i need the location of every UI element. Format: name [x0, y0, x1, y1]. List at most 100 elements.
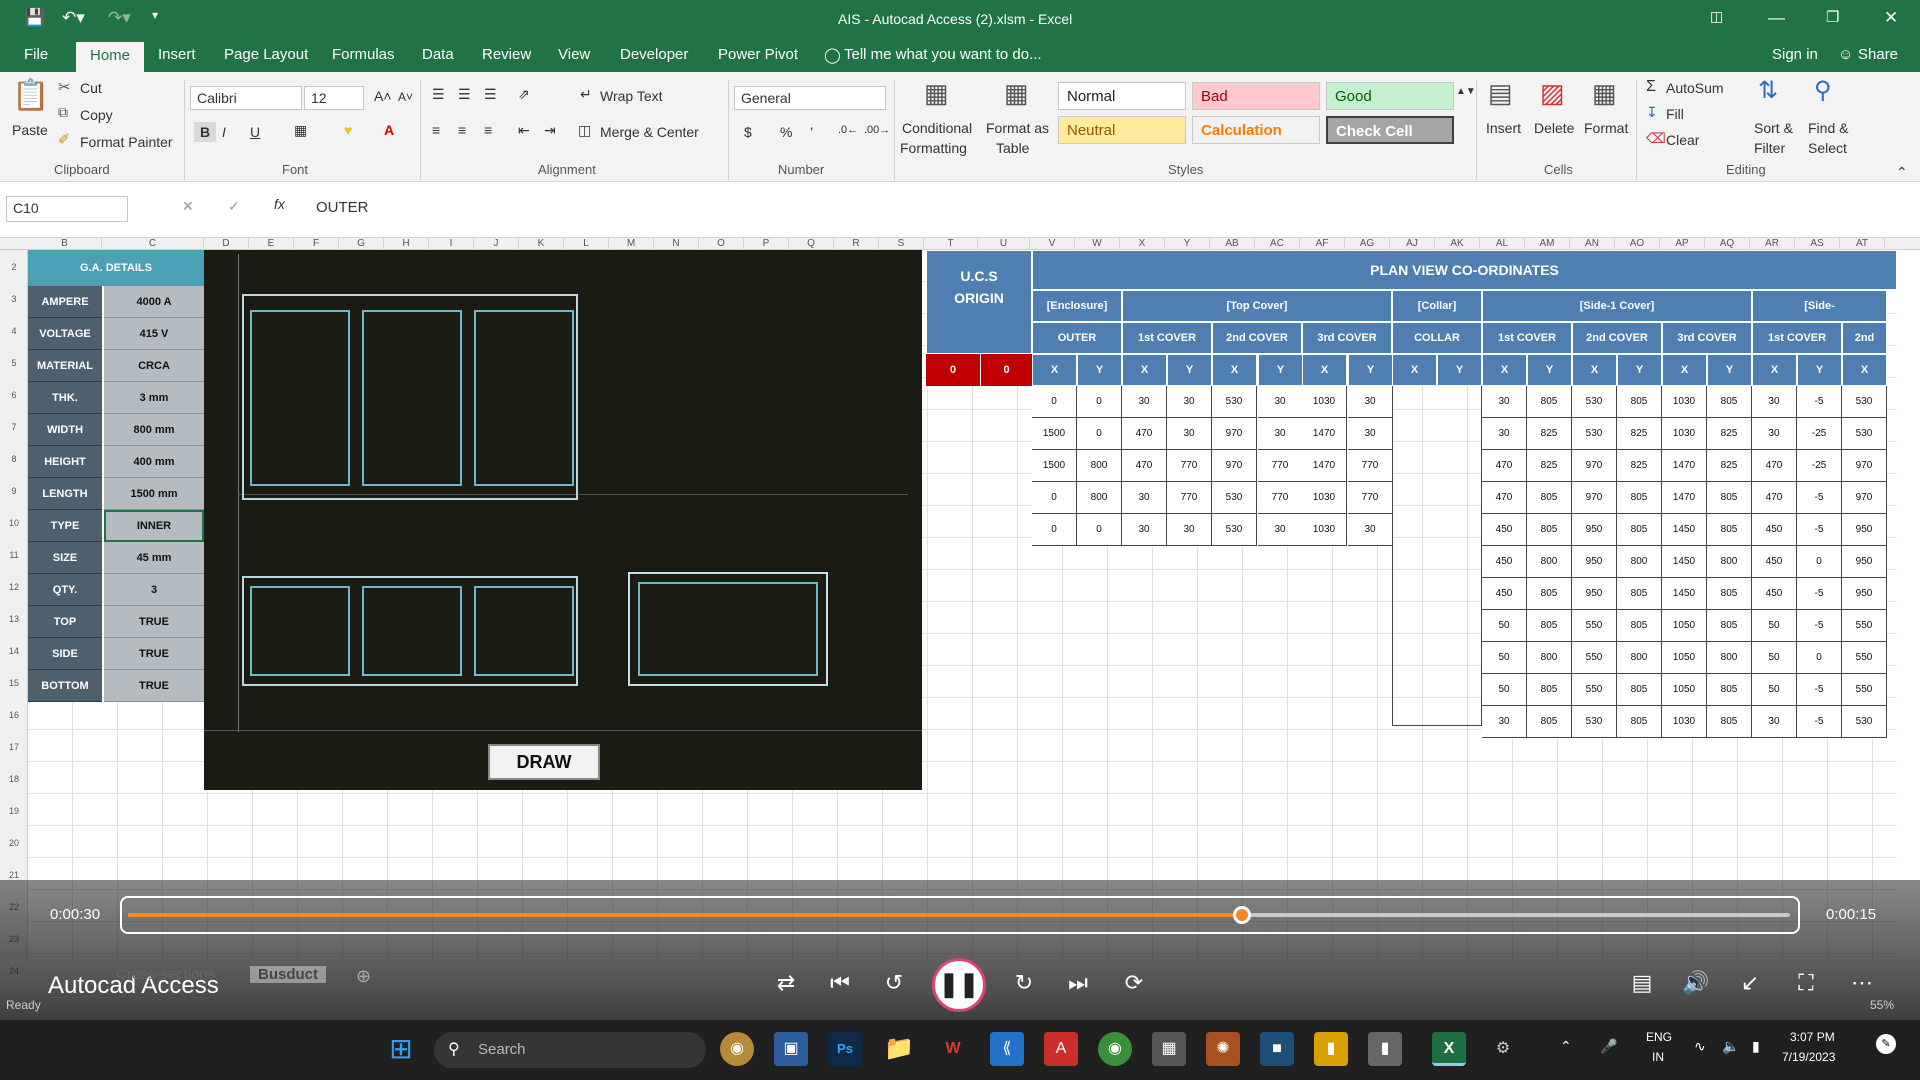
enclosure-coordinate-cell[interactable]: 0	[1077, 514, 1122, 546]
style-normal[interactable]: Normal	[1058, 82, 1186, 110]
enclosure-coordinate-cell[interactable]: 530	[1212, 386, 1257, 418]
grow-font-icon[interactable]: A˄	[374, 88, 392, 104]
enclosure-coordinate-cell[interactable]: 30	[1122, 482, 1167, 514]
row-header[interactable]: 18	[0, 774, 28, 784]
column-header[interactable]: R	[834, 238, 879, 250]
merge-center-button[interactable]: Merge & Center	[600, 124, 699, 140]
enclosure-coordinate-cell[interactable]: 0	[1077, 386, 1122, 418]
column-header[interactable]: I	[429, 238, 474, 250]
format-painter-button[interactable]: Format Painter	[80, 134, 173, 150]
enclosure-coordinate-cell[interactable]: 970	[1212, 450, 1257, 482]
collapse-ribbon-icon[interactable]: ⌃	[1896, 164, 1908, 181]
side-coordinate-cell[interactable]: 805	[1617, 386, 1662, 418]
tab-view[interactable]: View	[558, 46, 590, 63]
autosum-icon[interactable]: Σ	[1646, 78, 1656, 96]
side-coordinate-cell[interactable]: 950	[1572, 514, 1617, 546]
side-coordinate-cell[interactable]: -5	[1797, 578, 1842, 610]
tab-formulas[interactable]: Formulas	[332, 46, 395, 63]
add-sheet-icon[interactable]: ⊕	[356, 966, 371, 987]
side-coordinate-cell[interactable]: 825	[1527, 418, 1572, 450]
align-center-icon[interactable]: ≡	[458, 122, 466, 138]
delete-cells-button[interactable]: Delete	[1534, 120, 1574, 136]
forward-30-icon[interactable]: ↻	[1004, 970, 1044, 996]
taskbar-search-box[interactable]: ⚲ Search	[434, 1032, 706, 1068]
side-coordinate-cell[interactable]: 805	[1617, 674, 1662, 706]
autocad-icon[interactable]: A	[1044, 1032, 1078, 1066]
fill-button[interactable]: Fill	[1666, 106, 1684, 122]
side-coordinate-cell[interactable]: -5	[1797, 706, 1842, 738]
enclosure-coordinate-cell[interactable]: 1470	[1302, 450, 1347, 482]
paste-icon[interactable]: 📋	[12, 78, 49, 113]
side-coordinate-cell[interactable]: 450	[1482, 578, 1527, 610]
tell-me-search[interactable]: Tell me what you want to do...	[844, 46, 1042, 63]
ga-value[interactable]: 3 mm	[104, 382, 204, 414]
bold-icon[interactable]: B	[194, 122, 217, 142]
app-icon[interactable]: ⚙	[1486, 1032, 1520, 1066]
side-coordinate-cell[interactable]: 530	[1842, 706, 1887, 738]
side-coordinate-cell[interactable]: 470	[1752, 450, 1797, 482]
repeat-icon[interactable]: ⟳	[1114, 970, 1154, 996]
pause-button[interactable]: ❚❚	[932, 958, 986, 1012]
sheet-tab-cross-sections[interactable]: Cross-sections	[116, 966, 215, 983]
side-coordinate-cell[interactable]: 805	[1527, 386, 1572, 418]
side-coordinate-cell[interactable]: 50	[1752, 674, 1797, 706]
column-header[interactable]: AO	[1615, 238, 1660, 250]
side-coordinate-cell[interactable]: 30	[1482, 418, 1527, 450]
row-header[interactable]: 12	[0, 582, 28, 592]
number-format-select[interactable]: General	[734, 86, 886, 110]
column-header[interactable]: T	[924, 238, 978, 250]
side-coordinate-cell[interactable]: 530	[1572, 706, 1617, 738]
side-coordinate-cell[interactable]: 0	[1797, 546, 1842, 578]
format-cells-button[interactable]: Format	[1584, 120, 1628, 136]
side-coordinate-cell[interactable]: -5	[1797, 610, 1842, 642]
enclosure-coordinate-cell[interactable]: 770	[1258, 482, 1303, 514]
side-coordinate-cell[interactable]: 30	[1752, 706, 1797, 738]
chrome-icon[interactable]: ◉	[1098, 1032, 1132, 1066]
enclosure-coordinate-cell[interactable]: 770	[1167, 450, 1212, 482]
align-bottom-icon[interactable]: ☰	[484, 86, 497, 103]
column-header[interactable]: AL	[1480, 238, 1525, 250]
battery-icon[interactable]: ▮	[1752, 1038, 1760, 1055]
undo-icon[interactable]: ↶▾	[62, 8, 85, 28]
enclosure-coordinate-cell[interactable]: 770	[1167, 482, 1212, 514]
side-coordinate-cell[interactable]: 970	[1572, 450, 1617, 482]
side-coordinate-cell[interactable]: 1050	[1662, 642, 1707, 674]
side-coordinate-cell[interactable]: 1450	[1662, 514, 1707, 546]
side-coordinate-cell[interactable]: 800	[1617, 642, 1662, 674]
side-coordinate-cell[interactable]: 450	[1752, 514, 1797, 546]
autosum-button[interactable]: AutoSum	[1666, 80, 1724, 96]
shrink-font-icon[interactable]: A˅	[398, 90, 413, 104]
paste-button[interactable]: Paste	[12, 122, 48, 138]
side-coordinate-cell[interactable]: 1470	[1662, 450, 1707, 482]
rewind-10-icon[interactable]: ↺	[874, 970, 914, 996]
save-icon[interactable]: 💾	[24, 8, 45, 28]
side-coordinate-cell[interactable]: 970	[1842, 450, 1887, 482]
enclosure-coordinate-cell[interactable]: 0	[1032, 514, 1077, 546]
comma-icon[interactable]: ’	[810, 124, 813, 140]
tab-page-layout[interactable]: Page Layout	[224, 46, 308, 63]
column-header[interactable]: G	[339, 238, 384, 250]
side-coordinate-cell[interactable]: 550	[1842, 674, 1887, 706]
app-icon[interactable]: ▣	[774, 1032, 808, 1066]
side-coordinate-cell[interactable]: -25	[1797, 450, 1842, 482]
side-coordinate-cell[interactable]: 950	[1572, 546, 1617, 578]
column-header[interactable]: AF	[1300, 238, 1345, 250]
underline-icon[interactable]: U	[250, 124, 260, 140]
enclosure-coordinate-cell[interactable]: 0	[1077, 418, 1122, 450]
side-coordinate-cell[interactable]: 450	[1752, 578, 1797, 610]
row-header[interactable]: 10	[0, 518, 28, 528]
side-coordinate-cell[interactable]: 50	[1752, 610, 1797, 642]
enclosure-coordinate-cell[interactable]: 800	[1077, 482, 1122, 514]
side-coordinate-cell[interactable]: 30	[1482, 706, 1527, 738]
side-coordinate-cell[interactable]: 950	[1842, 514, 1887, 546]
ga-value[interactable]: CRCA	[104, 350, 204, 382]
style-check-cell[interactable]: Check Cell	[1326, 116, 1454, 144]
font-name-select[interactable]: Calibri	[190, 86, 302, 110]
side-coordinate-cell[interactable]: 470	[1482, 450, 1527, 482]
enclosure-coordinate-cell[interactable]: 0	[1032, 482, 1077, 514]
find-select-label-1[interactable]: Find &	[1808, 120, 1848, 136]
column-header[interactable]: AB	[1210, 238, 1255, 250]
side-coordinate-cell[interactable]: 805	[1617, 706, 1662, 738]
column-header[interactable]: AM	[1525, 238, 1570, 250]
enclosure-coordinate-cell[interactable]: 770	[1258, 450, 1303, 482]
